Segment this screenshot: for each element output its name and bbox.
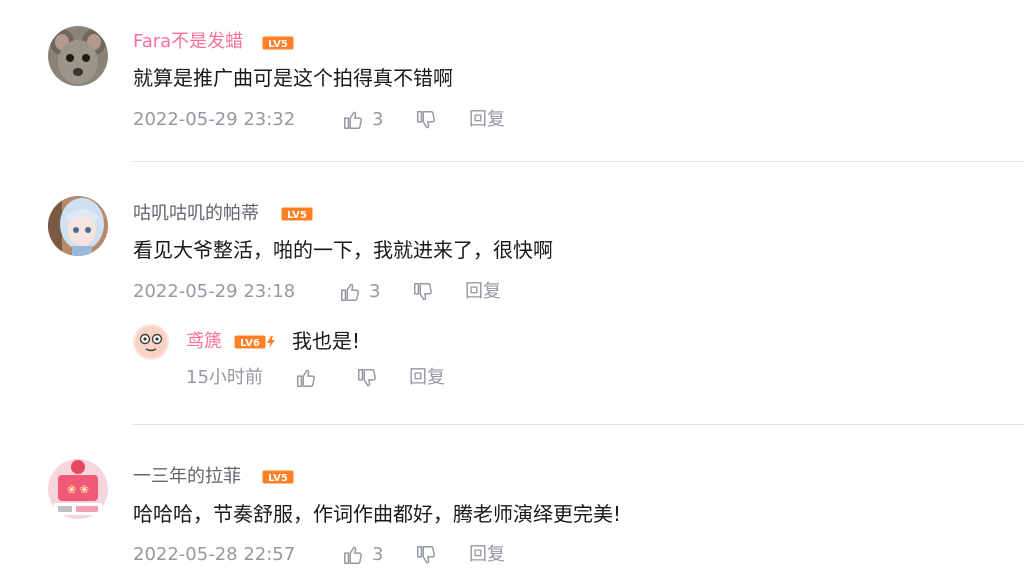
like-count: 3: [369, 281, 381, 302]
svg-text:❀ ❀: ❀ ❀: [67, 483, 89, 496]
comment-text: 哈哈哈，节奏舒服，作词作曲都好，腾老师演绎更完美!: [133, 502, 622, 526]
comment-time: 2022-05-29 23:18: [133, 281, 296, 302]
like-button[interactable]: [295, 367, 317, 389]
reply-text: 我也是!: [292, 329, 361, 353]
level-badge: LV5: [262, 36, 294, 50]
comment-section: Fara不是发蜡 LV5 就算是推广曲可是这个拍得真不错啊 2022-05-29…: [0, 0, 1024, 582]
level-badge: LV5: [262, 470, 294, 484]
divider: [132, 161, 1024, 162]
like-button[interactable]: 3: [342, 544, 383, 566]
thumbs-up-icon: [341, 283, 359, 301]
divider: [132, 424, 1024, 425]
level-badge: LV6: [234, 335, 278, 349]
level-badge-text: LV5: [287, 210, 307, 221]
anime-girl-avatar-icon[interactable]: [48, 196, 108, 256]
comment-time: 2022-05-29 23:32: [133, 109, 296, 130]
comment-time: 2022-05-28 22:57: [133, 544, 296, 565]
dislike-button[interactable]: [356, 367, 378, 389]
like-count: 3: [372, 109, 384, 130]
username[interactable]: 咕叽咕叽的帕蒂: [133, 203, 259, 225]
dislike-button[interactable]: [412, 281, 434, 303]
reply-button[interactable]: 回复: [469, 109, 505, 131]
like-count: 3: [372, 544, 384, 565]
reply-button[interactable]: 回复: [469, 544, 505, 566]
like-button[interactable]: 3: [342, 109, 383, 131]
thumbs-up-icon: [297, 369, 315, 387]
dislike-button[interactable]: [415, 544, 437, 566]
thumbs-down-icon: [417, 111, 435, 129]
thumbs-down-icon: [414, 283, 432, 301]
thumbs-down-icon: [417, 546, 435, 564]
reply-button[interactable]: 回复: [409, 367, 445, 389]
username[interactable]: 一三年的拉菲: [133, 466, 241, 488]
cartoon-face-avatar-icon[interactable]: [133, 324, 169, 360]
thumbs-down-icon: [358, 369, 376, 387]
username[interactable]: Fara不是发蜡: [133, 31, 243, 53]
thumbs-up-icon: [344, 111, 362, 129]
comment-text: 看见大爷整活，啪的一下，我就进来了，很快啊: [133, 238, 553, 262]
festive-poster-avatar-icon[interactable]: ❀ ❀: [48, 459, 108, 519]
lightning-icon: [267, 336, 275, 348]
level-badge-text: LV5: [268, 473, 288, 484]
level-badge-text: LV6: [240, 338, 260, 349]
thumbs-up-icon: [344, 546, 362, 564]
mouse-avatar-icon[interactable]: [48, 26, 108, 86]
dislike-button[interactable]: [415, 109, 437, 131]
reply-time: 15小时前: [186, 367, 263, 388]
level-badge-text: LV5: [268, 39, 288, 50]
like-button[interactable]: 3: [339, 281, 380, 303]
username[interactable]: 鸢篪: [186, 331, 222, 353]
comment-text: 就算是推广曲可是这个拍得真不错啊: [133, 66, 453, 90]
level-badge: LV5: [281, 207, 313, 221]
reply-button[interactable]: 回复: [465, 281, 501, 303]
